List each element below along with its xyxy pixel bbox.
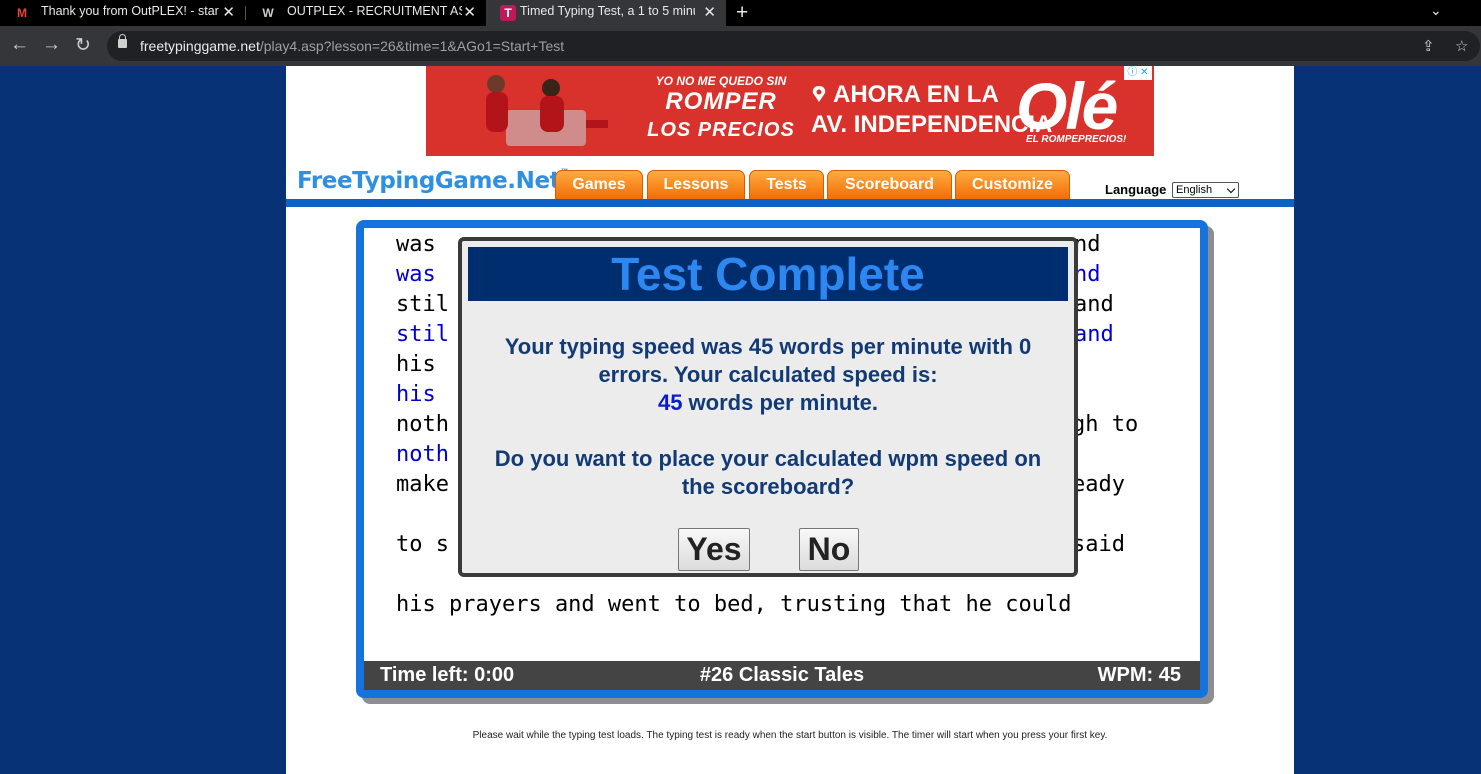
language-label: Language (1105, 182, 1167, 197)
tab-title: Timed Typing Test, a 1 to 5 minut (520, 4, 695, 18)
tab-search-chevron-icon[interactable]: ⌄ (1430, 2, 1442, 19)
nav-tab-scoreboard[interactable]: Scoreboard (827, 170, 952, 199)
test-status-bar: Time left: 0:00 #26 Classic Tales WPM: 4… (364, 661, 1200, 690)
text-line: his (396, 352, 449, 377)
ad-slogan-left: YO NO ME QUEDO SIN ROMPER LOS PRECIOS (647, 74, 795, 141)
gmail-icon: M (17, 6, 27, 20)
tab-title: Thank you from OutPLEX! - starc (41, 4, 219, 18)
text-line-fragment: and (1074, 292, 1114, 317)
lock-icon[interactable] (118, 34, 127, 48)
typed-line-fragment: and (1074, 322, 1114, 347)
language-select[interactable]: English (1172, 182, 1239, 198)
result-text: Your typing speed was 45 words per minut… (504, 334, 1032, 415)
scoreboard-question: Do you want to place your calculated wpm… (494, 446, 1042, 499)
close-tab-icon[interactable]: ✕ (703, 3, 716, 21)
location-pin-icon (812, 86, 826, 102)
test-complete-dialog: Test Complete Your typing speed was 45 w… (458, 237, 1078, 577)
text-line-fragment: eady (1072, 472, 1125, 497)
nav-tab-lessons[interactable]: Lessons (647, 170, 745, 199)
browser-tab-outplex[interactable]: W OUTPLEX - RECRUITMENT ASSES ✕ (246, 0, 486, 26)
typed-line: his (396, 382, 449, 407)
typed-line: was (396, 262, 449, 287)
typing-site-icon: T (500, 5, 516, 21)
wpm-readout: WPM: 45 (1097, 664, 1181, 686)
header-divider (286, 199, 1294, 207)
typed-line: noth (396, 442, 449, 467)
advertisement-banner[interactable]: YO NO ME QUEDO SIN ROMPER LOS PRECIOS AH… (426, 66, 1154, 156)
nav-tab-tests[interactable]: Tests (749, 170, 824, 199)
text-line: stil (396, 292, 449, 317)
calculated-wpm: 45 (657, 390, 683, 415)
no-button[interactable]: No (799, 528, 859, 571)
text-line: his prayers and went to bed, trusting th… (396, 592, 1072, 617)
tab-title: OUTPLEX - RECRUITMENT ASSES (287, 4, 462, 18)
browser-tab-strip: M Thank you from OutPLEX! - starc ✕ W OU… (0, 0, 1481, 26)
share-icon[interactable]: ⇪ (1422, 37, 1435, 55)
bookmark-star-icon[interactable]: ☆ (1455, 37, 1468, 55)
url-text[interactable]: freetypinggame.net/play4.asp?lesson=26&t… (140, 38, 564, 54)
close-tab-icon[interactable]: ✕ (222, 3, 235, 21)
back-arrow-icon[interactable]: ← (10, 34, 29, 56)
reload-icon[interactable]: ↻ (75, 34, 91, 57)
wix-icon: W (262, 6, 274, 20)
text-line: noth (396, 412, 449, 437)
forward-arrow-icon[interactable]: → (42, 34, 61, 56)
typed-line: stil (396, 322, 449, 347)
browser-tab-gmail[interactable]: M Thank you from OutPLEX! - starc ✕ (0, 0, 245, 26)
ad-brand-logo: Olé (1016, 69, 1118, 143)
loading-instructions: Please wait while the typing test loads.… (472, 730, 1108, 741)
text-line: to s (396, 532, 449, 557)
nav-tab-games[interactable]: Games (555, 170, 643, 199)
nav-tab-customize[interactable]: Customize (955, 170, 1070, 199)
new-tab-button[interactable]: + (736, 1, 748, 25)
text-line: was (396, 232, 449, 257)
dialog-title: Test Complete (468, 247, 1068, 301)
close-tab-icon[interactable]: ✕ (463, 3, 476, 21)
browser-tab-typing-test[interactable]: T Timed Typing Test, a 1 to 5 minut ✕ (486, 0, 726, 26)
text-line-fragment: said (1072, 532, 1125, 557)
ad-brand-slogan: EL ROMPEPRECIOS! (1026, 134, 1127, 145)
ad-people-image (486, 75, 608, 146)
ad-choices-icon[interactable]: ⓘ ✕ (1124, 66, 1152, 80)
text-line: make (396, 472, 449, 497)
yes-button[interactable]: Yes (678, 528, 750, 571)
lesson-name: #26 Classic Tales (699, 664, 865, 686)
text-line-fragment: gh to (1072, 412, 1139, 437)
site-logo[interactable]: FreeTypingGame.Net™ (297, 168, 569, 194)
